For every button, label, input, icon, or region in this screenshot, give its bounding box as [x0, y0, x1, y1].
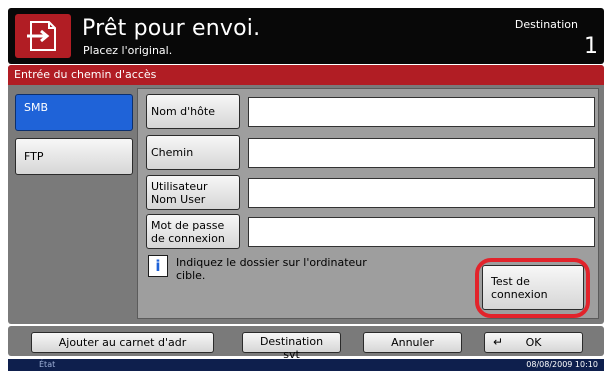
- path-entry-panel: Entrée du chemin d'accès SMB » FTP Nom d…: [8, 65, 604, 324]
- panel-title: Entrée du chemin d'accès: [14, 68, 157, 81]
- path-button[interactable]: Chemin: [146, 135, 240, 170]
- header-bar: Prêt pour envoi. Placez l'original. Dest…: [8, 8, 604, 64]
- bottom-toolbar: Ajouter au carnet d'adr Destination svt …: [8, 326, 604, 361]
- tab-ftp[interactable]: FTP: [15, 138, 133, 175]
- add-to-address-book-button[interactable]: Ajouter au carnet d'adr: [31, 332, 214, 353]
- host-name-button[interactable]: Nom d'hôte: [146, 94, 240, 129]
- tab-smb[interactable]: SMB: [15, 94, 133, 131]
- cancel-button[interactable]: Annuler: [363, 332, 462, 353]
- status-datetime: 08/08/2009 10:10: [526, 360, 598, 369]
- connection-test-button[interactable]: Test de connexion: [482, 265, 584, 310]
- path-field[interactable]: [248, 138, 595, 168]
- form-area: Nom d'hôte Chemin Utilisateur Nom User M…: [137, 88, 599, 319]
- ok-label: OK: [525, 336, 542, 349]
- info-text: Indiquez le dossier sur l'ordinateur cib…: [176, 256, 367, 282]
- login-user-field[interactable]: [248, 178, 595, 208]
- ok-button[interactable]: ↵ OK: [484, 332, 583, 353]
- screen: Prêt pour envoi. Placez l'original. Dest…: [0, 0, 608, 371]
- send-icon: [15, 14, 71, 58]
- page-subtitle: Placez l'original.: [83, 44, 173, 57]
- status-bar: État 08/08/2009 10:10: [8, 359, 604, 371]
- login-user-button[interactable]: Utilisateur Nom User: [146, 175, 240, 210]
- info-icon: i: [148, 255, 168, 277]
- destination-count: 1: [584, 34, 598, 59]
- host-name-field[interactable]: [248, 97, 595, 127]
- destination-label: Destination: [514, 18, 578, 31]
- status-state: État: [39, 360, 56, 369]
- login-password-button[interactable]: Mot de passe de connexion: [146, 214, 240, 249]
- next-destination-button[interactable]: Destination svt: [242, 332, 341, 361]
- login-password-field[interactable]: [248, 217, 595, 247]
- return-arrow-icon: ↵: [493, 335, 504, 349]
- panel-title-bar: Entrée du chemin d'accès: [8, 65, 604, 85]
- page-title: Prêt pour envoi.: [82, 16, 261, 41]
